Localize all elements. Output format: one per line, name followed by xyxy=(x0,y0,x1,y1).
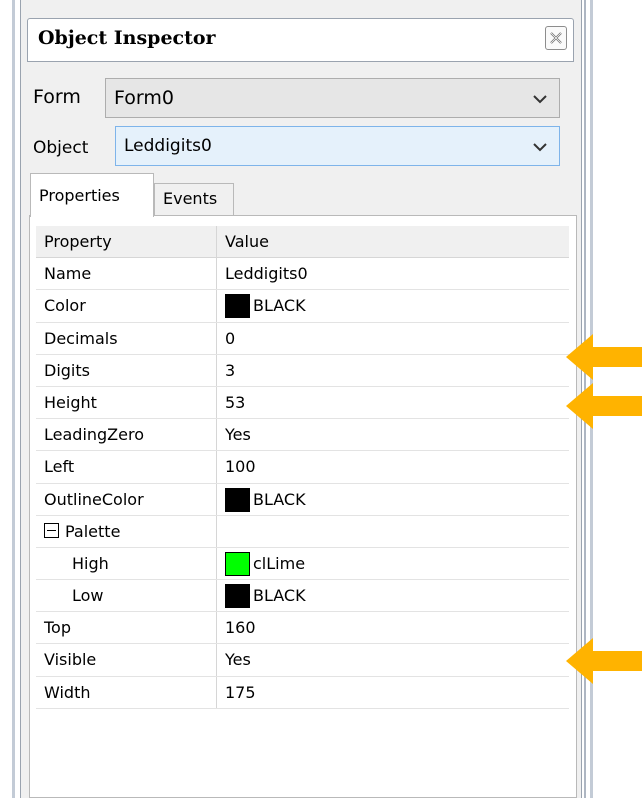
property-row-decimals[interactable]: Decimals 0 xyxy=(36,322,569,355)
property-name: Height xyxy=(44,392,97,412)
property-value[interactable]: 160 xyxy=(225,618,256,637)
property-name: Width xyxy=(44,682,91,702)
property-name: Low xyxy=(72,586,104,606)
property-row-leadingzero[interactable]: LeadingZero Yes xyxy=(36,419,569,452)
property-row-palette-low[interactable]: Low BLACK xyxy=(36,580,569,613)
property-value[interactable]: 3 xyxy=(225,361,235,380)
title-bar[interactable]: Object Inspector xyxy=(27,18,574,62)
header-value: Value xyxy=(225,232,269,251)
form-label: Form xyxy=(33,86,81,108)
property-value[interactable]: 175 xyxy=(225,683,256,702)
window-edge-left xyxy=(12,0,15,798)
property-name: Color xyxy=(44,296,86,316)
color-name: BLACK xyxy=(253,296,306,316)
property-row-digits[interactable]: Digits 3 xyxy=(36,354,569,387)
property-name: Digits xyxy=(44,360,90,380)
column-divider xyxy=(216,290,217,322)
column-divider xyxy=(216,676,217,708)
color-swatch xyxy=(225,551,250,576)
object-combobox[interactable]: Leddigits0 xyxy=(115,126,560,166)
property-value[interactable]: 53 xyxy=(225,393,245,412)
property-row-palette[interactable]: Palette xyxy=(36,515,569,548)
property-name: Name xyxy=(44,264,92,284)
property-value[interactable]: 100 xyxy=(225,457,256,476)
collapse-icon[interactable] xyxy=(44,522,59,538)
property-row-color[interactable]: Color BLACK xyxy=(36,290,569,323)
close-icon xyxy=(550,32,562,44)
form-combobox-value: Form0 xyxy=(114,87,174,109)
color-swatch xyxy=(225,294,250,319)
column-divider xyxy=(216,580,217,612)
column-divider xyxy=(216,451,217,483)
arrow-icon xyxy=(566,383,642,429)
property-name: LeadingZero xyxy=(44,425,144,445)
property-value[interactable]: Yes xyxy=(225,650,251,669)
grid-header-row: Property Value xyxy=(36,226,569,259)
arrow-icon xyxy=(566,638,642,684)
chevron-down-icon xyxy=(533,143,547,152)
color-swatch xyxy=(225,584,250,609)
property-name: High xyxy=(72,553,109,573)
property-row-outlinecolor[interactable]: OutlineColor BLACK xyxy=(36,483,569,516)
property-value[interactable]: Yes xyxy=(225,425,251,444)
form-combobox[interactable]: Form0 xyxy=(105,78,560,118)
header-property: Property xyxy=(44,232,112,251)
tab-properties-label: Properties xyxy=(39,186,120,205)
column-divider xyxy=(216,226,217,258)
column-divider xyxy=(216,386,217,419)
column-divider xyxy=(216,258,217,290)
property-grid-frame: Property Value Name Leddigits0 Color BLA… xyxy=(29,215,577,798)
chevron-down-icon xyxy=(533,95,547,104)
object-label: Object xyxy=(33,138,89,158)
tab-events-label: Events xyxy=(163,189,218,208)
column-divider xyxy=(216,354,217,386)
column-divider xyxy=(216,483,217,515)
property-row-width[interactable]: Width 175 xyxy=(36,676,569,709)
column-divider xyxy=(216,644,217,676)
object-inspector-panel: Object Inspector Form Form0 Object Leddi… xyxy=(20,0,582,798)
property-name: Palette xyxy=(65,521,121,541)
property-value[interactable]: 0 xyxy=(225,329,235,348)
tab-properties[interactable]: Properties xyxy=(30,173,154,217)
color-swatch xyxy=(225,487,250,512)
property-row-top[interactable]: Top 160 xyxy=(36,612,569,645)
arrow-icon xyxy=(566,334,642,380)
close-button[interactable] xyxy=(545,26,567,50)
property-row-left[interactable]: Left 100 xyxy=(36,451,569,484)
property-grid: Property Value Name Leddigits0 Color BLA… xyxy=(36,226,569,709)
property-name: OutlineColor xyxy=(44,489,144,509)
property-name: Left xyxy=(44,457,75,477)
property-row-name[interactable]: Name Leddigits0 xyxy=(36,258,569,291)
property-row-palette-high[interactable]: High clLime xyxy=(36,547,569,581)
property-name: Decimals xyxy=(44,328,118,348)
column-divider xyxy=(216,612,217,644)
property-name: Top xyxy=(44,618,71,638)
column-divider xyxy=(216,322,217,354)
property-value[interactable]: Leddigits0 xyxy=(225,264,308,283)
color-name: BLACK xyxy=(253,489,306,509)
object-combobox-value: Leddigits0 xyxy=(124,136,212,156)
property-name: Visible xyxy=(44,650,97,670)
column-divider xyxy=(216,515,217,547)
property-row-height[interactable]: Height 53 xyxy=(36,386,569,420)
panel-title: Object Inspector xyxy=(38,27,216,49)
column-divider xyxy=(216,547,217,580)
color-name: clLime xyxy=(253,553,306,573)
column-divider xyxy=(216,419,217,451)
tab-events[interactable]: Events xyxy=(154,183,234,215)
color-name: BLACK xyxy=(253,586,306,606)
property-row-visible[interactable]: Visible Yes xyxy=(36,644,569,677)
